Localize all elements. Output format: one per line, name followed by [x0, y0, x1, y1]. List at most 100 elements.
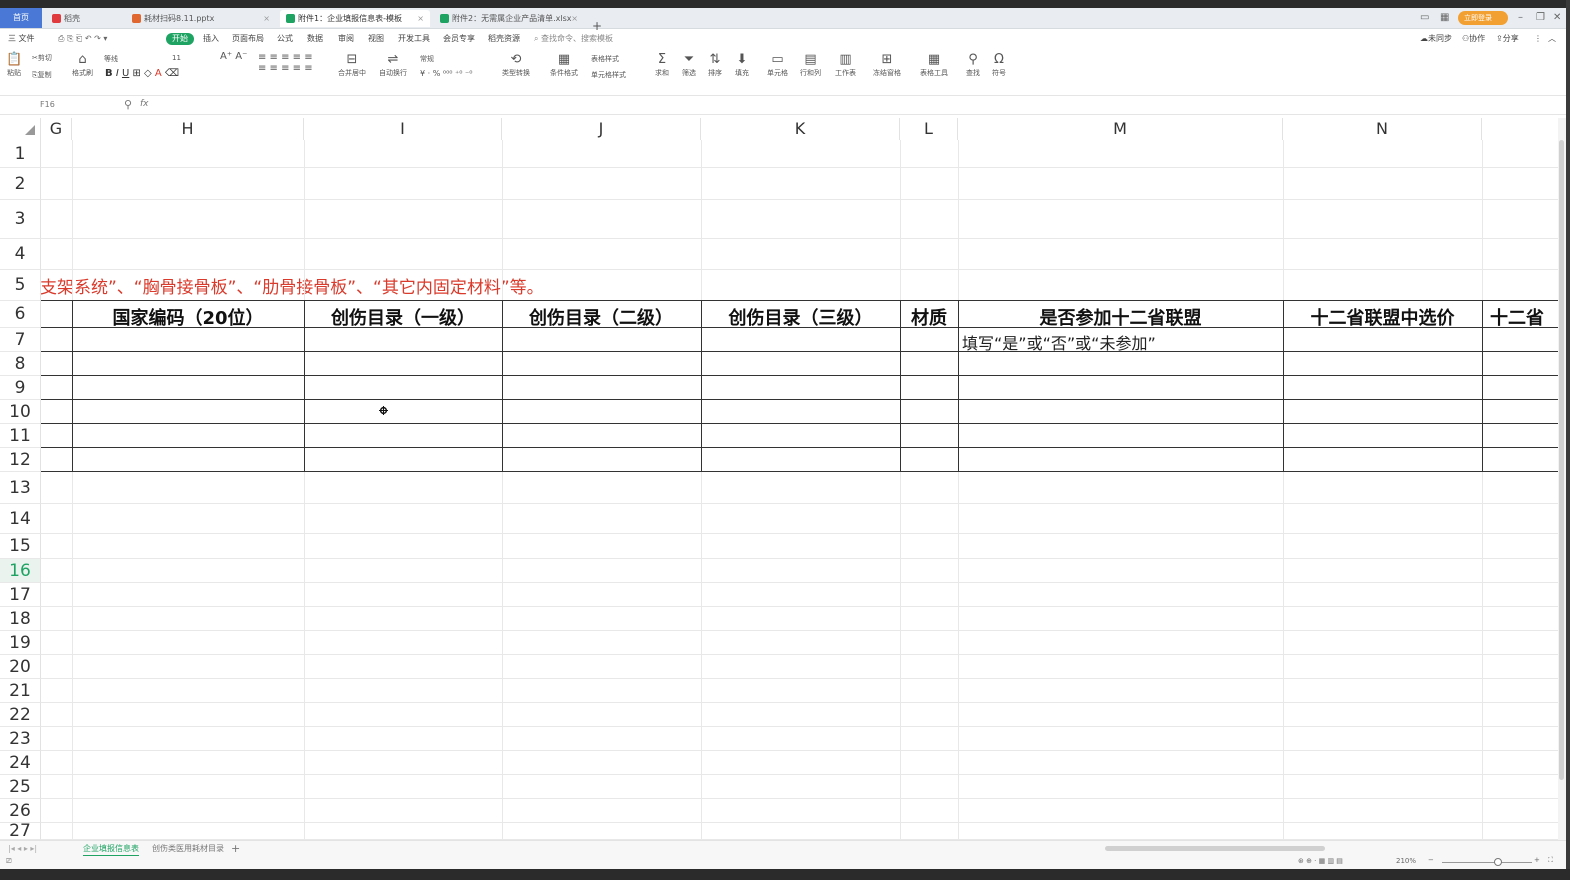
conditional-format-button[interactable]: ▦ 条件格式 [550, 52, 578, 78]
column-header-M[interactable]: M [958, 118, 1283, 140]
row-header-22[interactable]: 22 [0, 703, 41, 727]
row-header-21[interactable]: 21 [0, 679, 41, 703]
row-header-12[interactable]: 12 [0, 448, 41, 472]
table-tools-button[interactable]: ▦ 表格工具 [920, 52, 948, 78]
freeze-button[interactable]: ⊞ 冻结窗格 [873, 52, 901, 78]
menu-review[interactable]: 审阅 [338, 33, 354, 45]
number-format-select[interactable]: 常规 [420, 54, 434, 64]
sheet-grid[interactable]: 支架系统”、“胸骨接骨板”、“肋骨接骨板”、“其它内固定材料”等。 国家编码（2… [0, 118, 1558, 840]
row-header-13[interactable]: 13 [0, 472, 41, 504]
menu-member[interactable]: 会员专享 [443, 33, 475, 45]
filter-button[interactable]: ⏷ 筛选 [682, 52, 696, 78]
row-header-14[interactable]: 14 [0, 504, 41, 534]
menu-formula[interactable]: 公式 [277, 33, 293, 45]
zoom-out-icon[interactable]: − [1428, 856, 1434, 864]
restore-icon[interactable]: ❐ [1536, 8, 1545, 28]
paste-button[interactable]: 📋 粘贴 [6, 52, 22, 78]
font-size-select[interactable]: 11 [172, 54, 181, 62]
row-header-16[interactable]: 16 [0, 559, 41, 583]
tab-docer[interactable]: 稻壳 [46, 10, 126, 27]
column-header-I[interactable]: I [304, 118, 502, 140]
sort-button[interactable]: ⇅ 排序 [708, 52, 722, 78]
row-header-15[interactable]: 15 [0, 534, 41, 559]
collapse-ribbon-icon[interactable]: ︿ [1548, 33, 1556, 45]
sum-button[interactable]: Σ 求和 [655, 52, 669, 78]
row-header-11[interactable]: 11 [0, 424, 41, 448]
collab-button[interactable]: ⚇协作 [1462, 33, 1485, 45]
menu-file[interactable]: 三 文件 [8, 33, 35, 45]
sync-status[interactable]: ☁未同步 [1420, 33, 1452, 45]
tab-home[interactable]: 首页 [0, 8, 42, 28]
menu-insert[interactable]: 插入 [203, 33, 219, 45]
horizontal-scroll-thumb[interactable] [1105, 846, 1325, 851]
align-icons[interactable]: ≡ ≡ ≡ ≡ ≡ ≡ ≡ ≡ ≡ ≡ [258, 52, 313, 74]
sheet-tab-active[interactable]: 企业填报信息表 [83, 843, 139, 857]
row-header-17[interactable]: 17 [0, 583, 41, 607]
column-header-H[interactable]: H [72, 118, 304, 140]
row-header-26[interactable]: 26 [0, 799, 41, 823]
font-style-icons[interactable]: B I U ⊞ ◇ A ⌫ [105, 68, 179, 79]
cell-row5-note[interactable]: 支架系统”、“胸骨接骨板”、“肋骨接骨板”、“其它内固定材料”等。 [40, 273, 544, 298]
cell-button[interactable]: ▭ 单元格 [767, 52, 788, 78]
menu-data[interactable]: 数据 [307, 33, 323, 45]
column-header-L[interactable]: L [900, 118, 958, 140]
close-window-icon[interactable]: ✕ [1553, 8, 1561, 28]
format-painter-button[interactable]: ⌂ 格式刷 [72, 52, 93, 78]
row-header-2[interactable]: 2 [0, 168, 41, 200]
row-header-3[interactable]: 3 [0, 200, 41, 239]
command-search[interactable]: ⌕ 查找命令、搜索模板 [534, 33, 613, 45]
vertical-scrollbar[interactable] [1558, 118, 1566, 840]
row-header-19[interactable]: 19 [0, 631, 41, 655]
zoom-in-icon[interactable]: + [1534, 856, 1540, 864]
apps-icon[interactable]: ▦ [1440, 8, 1449, 28]
close-icon[interactable]: × [571, 10, 578, 27]
tab-pptx[interactable]: 耗材扫码8.11.pptx × [126, 10, 276, 27]
row-header-7[interactable]: 7 [0, 328, 41, 352]
symbol-button[interactable]: Ω 符号 [992, 52, 1006, 78]
tab-xlsx[interactable]: 附件2：无需属企业产品清单.xlsx × [434, 10, 584, 27]
zoom-slider-handle[interactable] [1494, 858, 1502, 866]
font-select[interactable]: 等线 [104, 54, 118, 64]
table-style-button[interactable]: 表格样式 [591, 54, 619, 64]
number-format-icons[interactable]: ¥ · % ⁰⁰⁰ ⁺⁰ ⁻⁰ [420, 69, 472, 78]
find-button[interactable]: ⚲ 查找 [966, 52, 980, 78]
tab-active-sheet[interactable]: 附件1：企业填报信息表-模板 × [280, 10, 430, 27]
row-header-4[interactable]: 4 [0, 239, 41, 270]
column-header-N[interactable]: N [1283, 118, 1482, 140]
menu-dev-tools[interactable]: 开发工具 [398, 33, 430, 45]
row-header-23[interactable]: 23 [0, 727, 41, 751]
column-header-J[interactable]: J [502, 118, 701, 140]
menu-start[interactable]: 开始 [166, 33, 194, 45]
worksheet-button[interactable]: ▥ 工作表 [835, 52, 856, 78]
macro-icon[interactable]: ⎚ [6, 857, 12, 866]
formula-input[interactable] [160, 99, 1550, 111]
row-header-27[interactable]: 27 [0, 823, 41, 840]
more-icon[interactable]: ⋮ [1534, 33, 1542, 45]
column-header-K[interactable]: K [701, 118, 900, 140]
vertical-scroll-thumb[interactable] [1559, 140, 1564, 780]
cut-button[interactable]: ✂剪切 [32, 53, 52, 63]
row-header-10[interactable]: 10 [0, 400, 41, 424]
row-header-20[interactable]: 20 [0, 655, 41, 679]
quick-access-icons[interactable]: ⎙ ⎘ ⎗ ↶ ↷ ▾ [58, 33, 107, 45]
view-mode-icons[interactable]: ⊛ ⊕ · ▦ ▥ ▤ [1298, 857, 1343, 865]
fill-button[interactable]: ⬇ 填充 [735, 52, 749, 78]
copy-button[interactable]: ⎘复制 [32, 70, 52, 80]
row-header-18[interactable]: 18 [0, 607, 41, 631]
row-col-button[interactable]: ▤ 行和列 [800, 52, 821, 78]
row-header-8[interactable]: 8 [0, 352, 41, 376]
zoom-level[interactable]: 210% [1396, 857, 1416, 865]
row-header-9[interactable]: 9 [0, 376, 41, 400]
select-all-corner[interactable] [0, 118, 41, 140]
row-header-6[interactable]: 6 [0, 301, 41, 328]
layout-icon[interactable]: ▭ [1420, 8, 1429, 28]
menu-page-layout[interactable]: 页面布局 [232, 33, 264, 45]
merge-button[interactable]: ⊟ 合并居中 [338, 52, 366, 78]
fx-icon[interactable]: fx [140, 99, 149, 109]
row-header-24[interactable]: 24 [0, 751, 41, 775]
zoom-formula-icon[interactable]: ⚲ [124, 98, 132, 111]
cell-style-button[interactable]: 单元格样式 [591, 70, 626, 80]
zoom-slider[interactable] [1442, 862, 1532, 863]
wrap-button[interactable]: ⇌ 自动换行 [379, 52, 407, 78]
font-grow-icon[interactable]: A⁺ A⁻ [220, 51, 247, 62]
